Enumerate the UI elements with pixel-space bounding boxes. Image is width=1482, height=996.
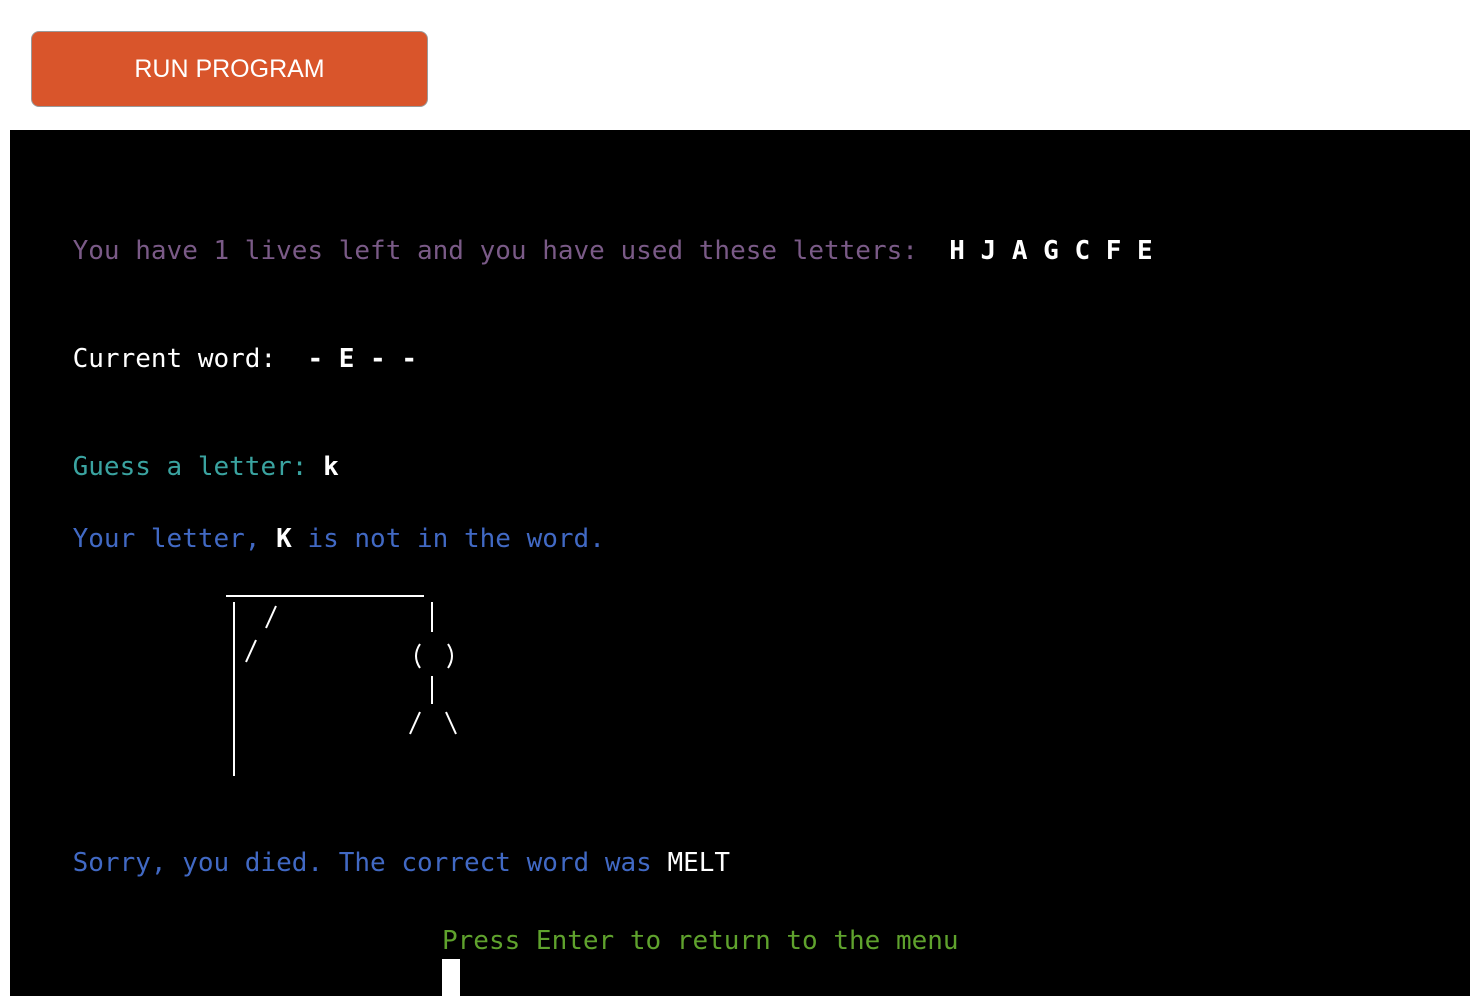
died-line: Sorry, you died. The correct word was ME… [10, 818, 730, 908]
gallows-brace-upper [265, 605, 277, 629]
run-program-button[interactable]: RUN PROGRAM [31, 31, 428, 107]
result-suffix: is not in the word. [307, 524, 605, 554]
hangman-drawing [226, 595, 457, 776]
terminal-cursor [442, 959, 460, 996]
hangman-leg-right [445, 711, 457, 735]
current-word-label: Current word: [72, 344, 277, 374]
current-word: - E - - [307, 344, 418, 374]
hangman-head-left [415, 643, 421, 669]
correct-word: MELT [667, 848, 731, 878]
gallows-brace-lower [245, 639, 257, 663]
current-word-line: Current word: - E - - [10, 314, 417, 404]
result-prefix: Your letter, [72, 524, 261, 554]
terminal[interactable]: You have 1 lives left and you have used … [10, 130, 1470, 996]
result-letter: K [276, 524, 292, 554]
hangman-head-right [447, 643, 453, 669]
guess-prompt: Guess a letter: [72, 452, 308, 482]
lives-line: You have 1 lives left and you have used … [10, 206, 1153, 296]
guess-input: k [323, 452, 339, 482]
hangman-leg-left [409, 711, 421, 735]
used-letters: H J A G C F E [949, 236, 1153, 266]
return-prompt: Press Enter to return to the menu [442, 926, 959, 956]
died-text: Sorry, you died. The correct word was [72, 848, 652, 878]
lives-prefix: You have 1 lives left and you have used … [72, 236, 918, 266]
